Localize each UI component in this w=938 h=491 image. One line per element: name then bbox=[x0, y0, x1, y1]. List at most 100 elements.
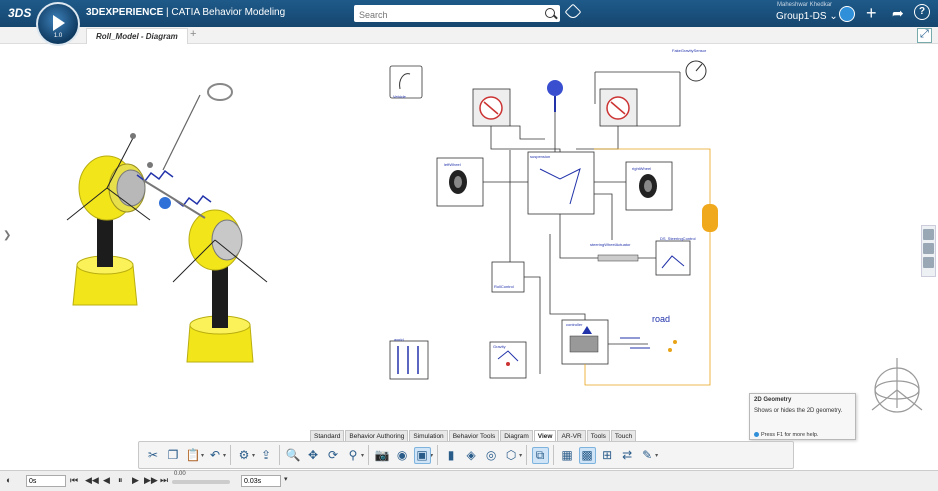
label-ws: DS_SteeringControl bbox=[660, 236, 696, 241]
tab-behavior-tools[interactable]: Behavior Tools bbox=[448, 430, 500, 441]
label-roll-control: RollControl bbox=[494, 284, 514, 289]
tooltip-help: Press F1 for more help. bbox=[754, 432, 818, 438]
paste-icon[interactable]: 📋 bbox=[185, 447, 202, 464]
separator bbox=[279, 445, 281, 465]
vehicle-3d-model[interactable] bbox=[55, 70, 325, 370]
label-left-wheel: leftWheel bbox=[444, 162, 461, 167]
tab-roll-model-diagram[interactable]: Roll_Model - Diagram bbox=[86, 28, 188, 44]
tab-behavior-authoring[interactable]: Behavior Authoring bbox=[345, 430, 409, 441]
connections-icon[interactable]: ⇄ bbox=[619, 447, 636, 464]
label-chassis: suspension bbox=[530, 154, 551, 159]
simulation-player: ◐ 0s ⏮ ◀◀ ◀ ⏸ ▶ ▶▶ ⏭ 0.00 0.03s ▾ bbox=[0, 470, 938, 491]
tab-ar-vr[interactable]: AR-VR bbox=[557, 430, 586, 441]
compass-button[interactable]: 1.0 bbox=[36, 2, 80, 46]
rail-tool-3-icon[interactable] bbox=[923, 257, 934, 268]
top-bar: 3DS 3DEXPERIENCE | CATIA Behavior Modeli… bbox=[0, 0, 938, 27]
action-bar: ✂ ❐ 📋 ▾ ↶ ▾ ⚙ ▾ ⇪ 🔍 ✥ ⟳ ⚲ ▾ 📷 ◉ ▣ ▾ ▮ ◈ ◎ ⬡ ▾ … bbox=[138, 441, 794, 469]
left-panel-handle-icon[interactable]: ❯ bbox=[3, 230, 11, 241]
tab-tools[interactable]: Tools bbox=[586, 430, 610, 441]
behavior-diagram[interactable]: Vehicle leftWheel rightWheel steeringWhe… bbox=[380, 44, 740, 399]
document-tab-strip: Roll_Model - Diagram + bbox=[0, 27, 938, 44]
update-icon[interactable]: ⚙ bbox=[236, 447, 253, 464]
label-vehicle: Vehicle bbox=[393, 94, 406, 99]
plus-icon[interactable]: + bbox=[866, 4, 877, 22]
rail-tool-2-icon[interactable] bbox=[923, 243, 934, 254]
share-icon[interactable]: ➦ bbox=[892, 5, 904, 22]
separator bbox=[368, 445, 370, 465]
layout-icon[interactable]: ⊞ bbox=[599, 447, 616, 464]
app-window: 3DS 3DEXPERIENCE | CATIA Behavior Modeli… bbox=[0, 0, 938, 491]
time-step-field[interactable]: 0.03s bbox=[241, 475, 281, 487]
brand-logo[interactable]: 3DS bbox=[8, 6, 31, 20]
play-icon bbox=[53, 15, 65, 31]
pause-icon[interactable]: ⏸ bbox=[118, 475, 123, 486]
fit-all-button[interactable] bbox=[917, 28, 932, 43]
tab-standard[interactable]: Standard bbox=[310, 430, 345, 441]
label-steering: steeringWheelActuator bbox=[590, 242, 631, 247]
step-back-icon[interactable]: ◀◀ bbox=[85, 475, 99, 486]
cut-icon[interactable]: ✂ bbox=[145, 447, 162, 464]
orientation-triad[interactable] bbox=[862, 348, 932, 423]
label-world: world bbox=[394, 337, 404, 342]
search-input[interactable] bbox=[354, 6, 534, 24]
material-icon[interactable]: ⬡ bbox=[503, 447, 520, 464]
rotate-icon[interactable]: ⟳ bbox=[325, 447, 342, 464]
action-bar-tabs: Standard Behavior Authoring Simulation B… bbox=[310, 430, 637, 441]
user-name[interactable]: Maheshwar Khedkar bbox=[777, 2, 832, 8]
group-name: Group1-DS bbox=[776, 11, 827, 22]
hide-show-icon[interactable]: ▮ bbox=[443, 447, 460, 464]
separator bbox=[553, 445, 555, 465]
jump-start-icon[interactable]: ⏮ bbox=[70, 475, 78, 486]
grid-icon[interactable]: ▦ bbox=[559, 447, 576, 464]
tab-simulation[interactable]: Simulation bbox=[409, 430, 448, 441]
2d-geometry-icon[interactable]: ⧉ bbox=[531, 446, 549, 464]
jump-end-icon[interactable]: ⏭ bbox=[160, 475, 168, 486]
help-icon[interactable]: ? bbox=[914, 4, 930, 20]
lighting-icon[interactable]: ◎ bbox=[483, 447, 500, 464]
separator bbox=[526, 445, 528, 465]
tools-icon[interactable]: ✎ bbox=[639, 447, 656, 464]
search-icon[interactable] bbox=[545, 8, 555, 18]
play-backward-icon[interactable]: ◀ bbox=[103, 475, 110, 486]
tab-diagram[interactable]: Diagram bbox=[500, 430, 533, 441]
tooltip-title: 2D Geometry bbox=[754, 397, 792, 403]
render-icon[interactable]: ◉ bbox=[394, 447, 411, 464]
label-gravity: Gravity bbox=[493, 344, 506, 349]
copy-icon[interactable]: ❐ bbox=[165, 447, 182, 464]
label-sensor: FakeGravitySensor bbox=[672, 48, 707, 53]
view-cube-icon[interactable]: ▣ bbox=[413, 446, 431, 464]
export-icon[interactable]: ⇪ bbox=[258, 447, 275, 464]
app-title: 3DEXPERIENCE | CATIA Behavior Modeling bbox=[86, 7, 285, 18]
tab-touch[interactable]: Touch bbox=[610, 430, 637, 441]
play-icon-2[interactable]: ▶ bbox=[132, 475, 139, 486]
rail-tool-1-icon[interactable] bbox=[923, 229, 934, 240]
compass-version: 1.0 bbox=[53, 33, 63, 39]
group-selector[interactable]: Group1-DS ⌄ bbox=[776, 11, 838, 22]
tag-icon[interactable] bbox=[564, 3, 582, 21]
current-time-field[interactable]: 0s bbox=[26, 475, 66, 487]
fly-icon[interactable]: 🔍 bbox=[285, 447, 302, 464]
tooltip-body: Shows or hides the 2D geometry. bbox=[754, 408, 843, 414]
tooltip-2d-geometry: 2D Geometry Shows or hides the 2D geomet… bbox=[749, 393, 856, 440]
label-controller: controller bbox=[566, 322, 583, 327]
time-step-dropdown-icon[interactable]: ▾ bbox=[284, 475, 288, 483]
speed-slider[interactable] bbox=[172, 480, 230, 484]
add-tab-button[interactable]: + bbox=[190, 28, 196, 40]
separator bbox=[437, 445, 439, 465]
zoom-icon[interactable]: ⚲ bbox=[345, 447, 362, 464]
capture-icon[interactable]: 📷 bbox=[374, 447, 391, 464]
label-road: road bbox=[652, 314, 671, 324]
player-toggle-icon[interactable]: ◐ bbox=[6, 475, 11, 485]
search-box[interactable] bbox=[354, 5, 560, 24]
app-title-brand: 3DEXPERIENCE bbox=[86, 7, 164, 18]
pan-icon[interactable]: ✥ bbox=[305, 447, 322, 464]
avatar[interactable] bbox=[839, 6, 855, 22]
right-toolbar bbox=[921, 225, 936, 277]
step-forward-icon[interactable]: ▶▶ bbox=[144, 475, 158, 486]
undo-icon[interactable]: ↶ bbox=[207, 447, 224, 464]
speed-value: 0.00 bbox=[174, 471, 186, 477]
tab-view[interactable]: View bbox=[533, 430, 557, 441]
swap-icon[interactable]: ◈ bbox=[463, 447, 480, 464]
app-title-app: | CATIA Behavior Modeling bbox=[163, 7, 286, 18]
grid-snap-icon[interactable]: ▩ bbox=[578, 446, 596, 464]
